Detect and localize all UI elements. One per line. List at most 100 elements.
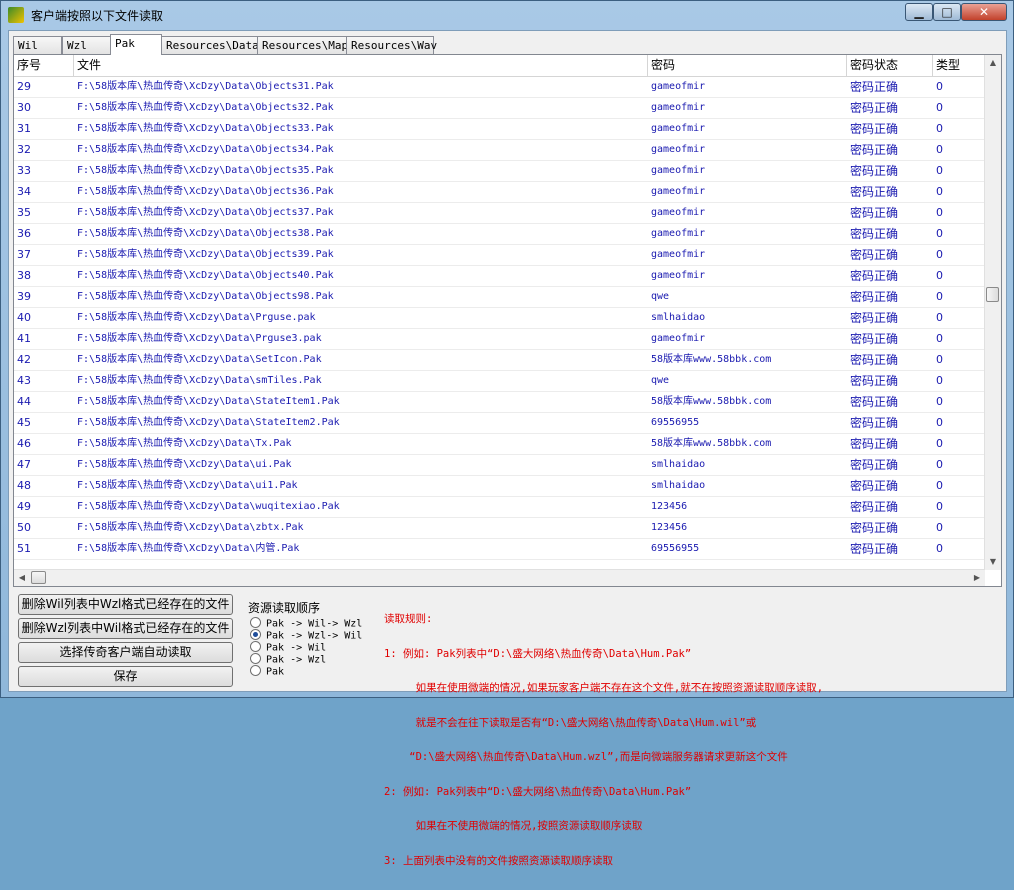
tab-pak[interactable]: Pak — [110, 34, 162, 55]
cell-file: F:\58版本库\热血传奇\XcDzy\Data\Prguse3.pak — [77, 333, 322, 344]
cell-type: 0 — [936, 458, 943, 471]
table-row[interactable]: 33 F:\58版本库\热血传奇\XcDzy\Data\Objects35.Pak… — [14, 161, 986, 182]
table-row[interactable]: 31 F:\58版本库\热血传奇\XcDzy\Data\Objects33.Pak… — [14, 119, 986, 140]
scroll-up-icon[interactable]: ▲ — [985, 55, 1001, 71]
horizontal-scroll-thumb[interactable] — [31, 571, 46, 584]
table-row[interactable]: 37 F:\58版本库\热血传奇\XcDzy\Data\Objects39.Pak… — [14, 245, 986, 266]
table-row[interactable]: 46 F:\58版本库\热血传奇\XcDzy\Data\Tx.Pak 58版本库ww… — [14, 434, 986, 455]
cell-index: 36 — [17, 227, 31, 240]
cell-status: 密码正确 — [850, 143, 899, 157]
table-row[interactable]: 30 F:\58版本库\热血传奇\XcDzy\Data\Objects32.Pak… — [14, 98, 986, 119]
table-row[interactable]: 45 F:\58版本库\热血传奇\XcDzy\Data\StateItem2.Pa… — [14, 413, 986, 434]
order-option[interactable]: Pak -> Wil — [250, 641, 326, 654]
order-option[interactable]: Pak -> Wzl — [250, 653, 326, 666]
tab-resources-data[interactable]: Resources\Data — [161, 36, 259, 54]
cell-type: 0 — [936, 332, 943, 345]
cell-file: F:\58版本库\热血传奇\XcDzy\Data\ui.Pak — [77, 459, 292, 470]
table-row[interactable]: 42 F:\58版本库\热血传奇\XcDzy\Data\SetIcon.Pak 58… — [14, 350, 986, 371]
cell-password: gameofmir — [651, 186, 706, 197]
vertical-scroll-thumb[interactable] — [986, 287, 999, 302]
column-header-type[interactable]: 类型 — [933, 55, 986, 76]
cell-password: 58版本库www.58bbk.com — [651, 354, 772, 365]
order-option[interactable]: Pak -> Wzl-> Wil — [250, 629, 362, 642]
table-row[interactable]: 29 F:\58版本库\热血传奇\XcDzy\Data\Objects31.Pak… — [14, 77, 986, 98]
cell-file: F:\58版本库\热血传奇\XcDzy\Data\Tx.Pak — [77, 438, 292, 449]
maximize-button[interactable]: □ — [933, 3, 961, 21]
cell-file: F:\58版本库\热血传奇\XcDzy\Data\zbtx.Pak — [77, 522, 304, 533]
read-rules-text: 读取规则: 1: 例如: Pak列表中“D:\盛大网络\热血传奇\Data\Hu… — [384, 591, 984, 890]
radio-icon[interactable] — [250, 617, 261, 628]
cell-index: 30 — [17, 101, 31, 114]
cell-type: 0 — [936, 437, 943, 450]
save-button[interactable]: 保存 — [18, 666, 233, 687]
scroll-right-icon[interactable]: ▶ — [969, 570, 985, 586]
radio-icon[interactable] — [250, 641, 261, 652]
cell-password: qwe — [651, 291, 670, 302]
radio-icon[interactable] — [250, 653, 261, 664]
table-row[interactable]: 49 F:\58版本库\热血传奇\XcDzy\Data\wuqitexiao.Pa… — [14, 497, 986, 518]
table-row[interactable]: 38 F:\58版本库\热血传奇\XcDzy\Data\Objects40.Pak… — [14, 266, 986, 287]
cell-status: 密码正确 — [850, 164, 899, 178]
column-header-password[interactable]: 密码 — [648, 55, 847, 76]
cell-type: 0 — [936, 122, 943, 135]
cell-type: 0 — [936, 248, 943, 261]
radio-icon[interactable] — [250, 665, 261, 676]
cell-status: 密码正确 — [850, 227, 899, 241]
cell-password: 123456 — [651, 501, 688, 512]
vertical-scrollbar[interactable]: ▲ ▼ — [984, 55, 1001, 570]
close-button[interactable]: ✕ — [961, 3, 1007, 21]
table-row[interactable]: 43 F:\58版本库\热血传奇\XcDzy\Data\smTiles.Pak qw… — [14, 371, 986, 392]
table-row[interactable]: 34 F:\58版本库\热血传奇\XcDzy\Data\Objects36.Pak… — [14, 182, 986, 203]
delete-wzl-duplicates-button[interactable]: 删除Wzl列表中Wil格式已经存在的文件 — [18, 618, 233, 639]
table-row[interactable]: 47 F:\58版本库\热血传奇\XcDzy\Data\ui.Pak smlhaid… — [14, 455, 986, 476]
minimize-button[interactable]: ▁ — [905, 3, 933, 21]
cell-status: 密码正确 — [850, 122, 899, 136]
read-order-title: 资源读取顺序 — [248, 601, 321, 615]
horizontal-scrollbar[interactable]: ◀ ▶ — [14, 569, 985, 586]
cell-file: F:\58版本库\热血传奇\XcDzy\Data\Objects35.Pak — [77, 165, 334, 176]
tab-resources-wav[interactable]: Resources\Wav — [346, 36, 437, 54]
table-header: 序号 文件 密码 密码状态 类型 — [14, 55, 986, 77]
table-row[interactable]: 41 F:\58版本库\热血传奇\XcDzy\Data\Prguse3.pak ga… — [14, 329, 986, 350]
title-bar[interactable]: 客户端按照以下文件读取 ▁ □ ✕ — [1, 1, 1013, 29]
cell-type: 0 — [936, 353, 943, 366]
tab-resources-map[interactable]: Resources\Map — [257, 36, 348, 54]
scroll-down-icon[interactable]: ▼ — [985, 554, 1001, 570]
table-row[interactable]: 40 F:\58版本库\热血传奇\XcDzy\Data\Prguse.pak sml… — [14, 308, 986, 329]
order-option[interactable]: Pak -> Wil-> Wzl — [250, 617, 362, 630]
scroll-left-icon[interactable]: ◀ — [14, 570, 30, 586]
cell-index: 29 — [17, 80, 31, 93]
tab-wil[interactable]: Wil — [13, 36, 62, 54]
read-order-group: 资源读取顺序 Pak -> Wil-> Wzl Pak -> Wzl-> Wil… — [242, 593, 380, 683]
table-row[interactable]: 44 F:\58版本库\热血传奇\XcDzy\Data\StateItem1.Pa… — [14, 392, 986, 413]
tab-wzl[interactable]: Wzl — [62, 36, 111, 54]
delete-wil-duplicates-button[interactable]: 删除Wil列表中Wzl格式已经存在的文件 — [18, 594, 233, 615]
table-row[interactable]: 51 F:\58版本库\热血传奇\XcDzy\Data\内管.Pak 6955695… — [14, 539, 986, 560]
cell-type: 0 — [936, 143, 943, 156]
cell-status: 密码正确 — [850, 290, 899, 304]
table-row[interactable]: 39 F:\58版本库\热血传奇\XcDzy\Data\Objects98.Pak… — [14, 287, 986, 308]
table-row[interactable]: 50 F:\58版本库\热血传奇\XcDzy\Data\zbtx.Pak 12345… — [14, 518, 986, 539]
cell-status: 密码正确 — [850, 206, 899, 220]
table-row[interactable]: 35 F:\58版本库\热血传奇\XcDzy\Data\Objects37.Pak… — [14, 203, 986, 224]
select-client-button[interactable]: 选择传奇客户端自动读取 — [18, 642, 233, 663]
cell-status: 密码正确 — [850, 458, 899, 472]
cell-index: 45 — [17, 416, 31, 429]
radio-selected-icon[interactable] — [250, 629, 261, 640]
cell-index: 43 — [17, 374, 31, 387]
column-header-status[interactable]: 密码状态 — [847, 55, 933, 76]
column-header-file[interactable]: 文件 — [74, 55, 648, 76]
table-row[interactable]: 32 F:\58版本库\热血传奇\XcDzy\Data\Objects34.Pak… — [14, 140, 986, 161]
table-row[interactable]: 48 F:\58版本库\热血传奇\XcDzy\Data\ui1.Pak smlhai… — [14, 476, 986, 497]
cell-status: 密码正确 — [850, 80, 899, 94]
table-row[interactable]: 36 F:\58版本库\热血传奇\XcDzy\Data\Objects38.Pak… — [14, 224, 986, 245]
cell-index: 48 — [17, 479, 31, 492]
column-header-index[interactable]: 序号 — [14, 55, 74, 76]
cell-type: 0 — [936, 479, 943, 492]
order-option[interactable]: Pak — [250, 665, 284, 678]
cell-index: 47 — [17, 458, 31, 471]
cell-status: 密码正确 — [850, 479, 899, 493]
cell-password: gameofmir — [651, 123, 706, 134]
cell-type: 0 — [936, 311, 943, 324]
cell-file: F:\58版本库\热血传奇\XcDzy\Data\Objects38.Pak — [77, 228, 334, 239]
